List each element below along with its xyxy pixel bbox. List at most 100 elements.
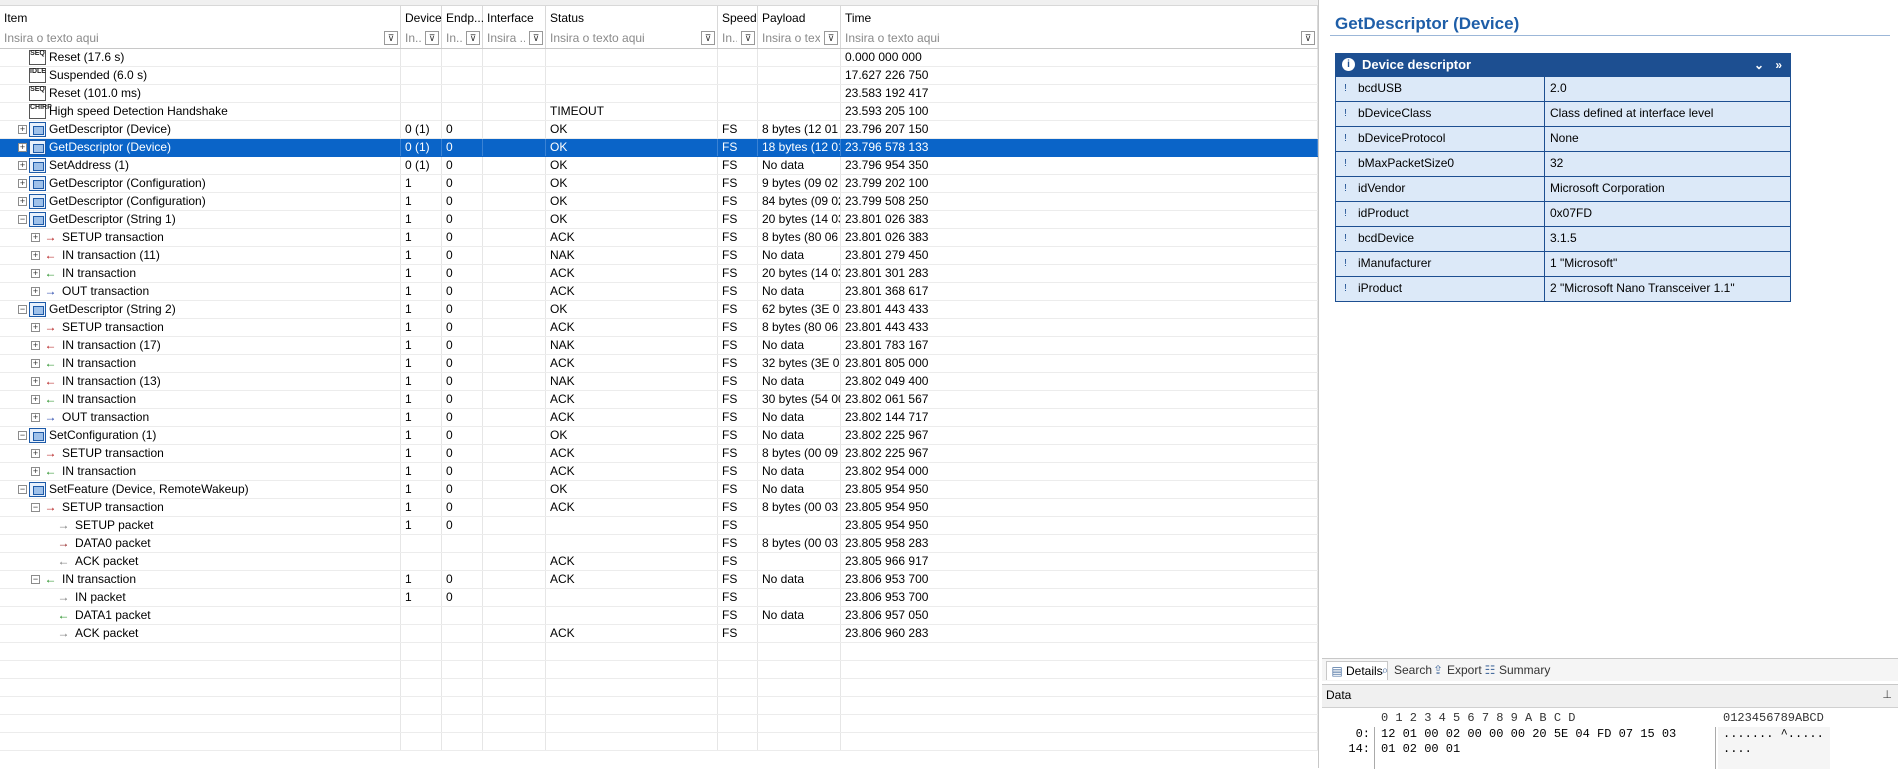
descriptor-row[interactable]: ǃ iProduct 2 "Microsoft Nano Transceiver 1… [1336,276,1790,301]
transaction-row[interactable]: SEQ Reset (17.6 s) 0.000 000 000 [0,49,1318,67]
transaction-row[interactable]: + ← IN transaction (17) 1 0 NAK FS No data 23.80… [0,337,1318,355]
collapse-icon[interactable]: − [18,485,27,494]
expand-icon[interactable]: + [31,341,40,350]
descriptor-value: 3.1.5 [1550,231,1577,245]
collapse-icon[interactable]: − [31,575,40,584]
tab-search[interactable]: ⌕ Search [1379,661,1432,679]
descriptor-row[interactable]: ǃ bDeviceClass Class defined at interface … [1336,101,1790,126]
column-filter-input[interactable]: Insira o texto aqui [845,31,1297,45]
expand-icon[interactable]: + [31,269,40,278]
column-header-item[interactable]: Item Insira o texto aqui ⊽ [0,6,401,48]
empty-cell [442,679,483,696]
expand-icon[interactable]: » [1775,54,1782,76]
column-header-time[interactable]: Time Insira o texto aqui ⊽ [841,6,1318,48]
transaction-row[interactable]: SEQ Reset (101.0 ms) 23.583 192 417 [0,85,1318,103]
column-header-payload[interactable]: Payload Insira o text... ⊽ [758,6,841,48]
transaction-row[interactable]: + ← IN transaction 10 ACKFS30 bytes (54 00..… [0,391,1318,409]
expand-icon[interactable]: + [31,359,40,368]
transaction-row[interactable]: − GetDescriptor (String 1) 1 0 OK FS 20 bytes … [0,211,1318,229]
column-header-iface[interactable]: Interface Insira ... ⊽ [483,6,546,48]
transaction-row[interactable]: + ← IN transaction 10 ACKFS20 bytes (14 03..… [0,265,1318,283]
transaction-row[interactable]: + → SETUP transaction 1 0 ACK FS 8 bytes (80 06… [0,229,1318,247]
expand-icon[interactable]: + [31,395,40,404]
transaction-row[interactable]: IDLE Suspended (6.0 s) 17.627 226 750 [0,67,1318,85]
column-filter-input[interactable]: Insira o text... [762,31,820,45]
column-filter-input[interactable]: Insira o texto aqui [4,31,380,45]
tab-export[interactable]: ⇪ Export [1432,661,1482,679]
filter-icon[interactable]: ⊽ [425,31,439,45]
expand-icon[interactable]: + [31,449,40,458]
transaction-row[interactable]: → ACK packet ACK FS 23.806 960 283 [0,625,1318,643]
column-header-speed[interactable]: Speed In... ⊽ [718,6,758,48]
transaction-row[interactable]: + ← IN transaction (13) 1 0 NAK FS No data 23.80… [0,373,1318,391]
column-header-device[interactable]: Device In... ⊽ [401,6,442,48]
expand-icon[interactable]: + [31,467,40,476]
column-header-endpoint[interactable]: Endp... In... ⊽ [442,6,484,48]
expand-icon[interactable]: + [18,161,27,170]
filter-icon[interactable]: ⊽ [741,31,755,45]
collapse-icon[interactable]: − [18,305,27,314]
collapse-icon[interactable]: − [31,503,40,512]
expand-icon[interactable]: + [31,251,40,260]
column-filter-input[interactable]: Insira o texto aqui [550,31,697,45]
transaction-row[interactable]: ← DATA1 packet FS No data 23.806 957 050 [0,607,1318,625]
descriptor-row[interactable]: ǃ bMaxPacketSize0 32 [1336,151,1790,176]
descriptor-row[interactable]: ǃ iManufacturer 1 "Microsoft" [1336,251,1790,276]
transaction-row[interactable]: − ← IN transaction 1 0 ACK FS No data 23.806 953… [0,571,1318,589]
transaction-row[interactable]: + GetDescriptor (Device) 0 (1) 0 OK FS 8 bytes… [0,121,1318,139]
column-filter-input[interactable]: In... [722,31,737,45]
transaction-row[interactable]: + ← IN transaction 1 0 ACK FS No data 23.802 954… [0,463,1318,481]
transaction-row[interactable]: − → SETUP transaction 1 0 ACK FS 8 bytes (00 03… [0,499,1318,517]
descriptor-row[interactable]: ǃ idVendor Microsoft Corporation [1336,176,1790,201]
transaction-row[interactable]: ← ACK packet ACK FS 23.805 966 917 [0,553,1318,571]
transaction-row[interactable]: + ← IN transaction (11) 1 0 NAK FS No data 23.80… [0,247,1318,265]
filter-icon[interactable]: ⊽ [824,31,838,45]
time-cell: 23.801 301 283 [841,265,1318,282]
column-header-status[interactable]: Status Insira o texto aqui ⊽ [546,6,718,48]
expand-icon[interactable]: + [31,323,40,332]
descriptor-header[interactable]: i Device descriptor ⌄ » [1336,54,1790,76]
collapse-icon[interactable]: − [18,431,27,440]
collapse-icon[interactable]: − [18,215,27,224]
descriptor-row[interactable]: ǃ bDeviceProtocol None [1336,126,1790,151]
column-filter-input[interactable]: In... [446,31,462,45]
expand-icon[interactable]: + [18,125,27,134]
expand-icon[interactable]: + [18,143,27,152]
filter-icon[interactable]: ⊽ [466,31,480,45]
transaction-row[interactable]: → SETUP packet 1 0 FS 23.805 954 950 [0,517,1318,535]
transaction-row[interactable]: + SetAddress (1) 0 (1) 0 OK FS No data 23.796 9… [0,157,1318,175]
pin-icon[interactable]: ⊥ [1882,688,1892,701]
transaction-row[interactable]: − SetFeature (Device, RemoteWakeup) 1 0 OK FS… [0,481,1318,499]
transaction-row[interactable]: + → OUT transaction 1 0 ACK FS No data 23.802 14… [0,409,1318,427]
transaction-row[interactable]: + → SETUP transaction 1 0 ACK FS 8 bytes (00 09… [0,445,1318,463]
filter-icon[interactable]: ⊽ [1301,31,1315,45]
hex-view[interactable]: 0 1 2 3 4 5 6 7 8 9 A B C D 0123456789AB… [1322,707,1898,769]
transaction-row[interactable]: → IN packet 1 0 FS 23.806 953 700 [0,589,1318,607]
filter-icon[interactable]: ⊽ [701,31,715,45]
expand-icon[interactable]: + [31,287,40,296]
transaction-row[interactable]: + → SETUP transaction 1 0 ACK FS 8 bytes (80 06… [0,319,1318,337]
transaction-row[interactable]: − SetConfiguration (1) 1 0 OK FS No data 23.802… [0,427,1318,445]
transaction-row[interactable]: CHIRP High speed Detection Handshake TIMEO… [0,103,1318,121]
descriptor-row[interactable]: ǃ idProduct 0x07FD [1336,201,1790,226]
descriptor-row[interactable]: ǃ bcdDevice 3.1.5 [1336,226,1790,251]
collapse-all-icon[interactable]: ⌄ [1754,54,1764,76]
expand-icon[interactable]: + [31,233,40,242]
transaction-row[interactable]: + ← IN transaction 10 ACKFS32 bytes (3E 03..… [0,355,1318,373]
descriptor-row[interactable]: ǃ bcdUSB 2.0 [1336,76,1790,101]
expand-icon[interactable]: + [18,179,27,188]
transaction-row[interactable]: + GetDescriptor (Device) 0 (1) 0 OK FS 18 byte… [0,139,1318,157]
column-filter-input[interactable]: Insira ... [487,31,525,45]
transaction-row[interactable]: − GetDescriptor (String 2) 1 0 OK FS 62 bytes … [0,301,1318,319]
expand-icon[interactable]: + [31,377,40,386]
transaction-row[interactable]: → DATA0 packet FS8 bytes (00 03 ...23.805 … [0,535,1318,553]
transaction-row[interactable]: + GetDescriptor (Configuration) 1 0 OK FS 84 b… [0,193,1318,211]
column-filter-input[interactable]: In... [405,31,421,45]
expand-icon[interactable]: + [18,197,27,206]
tab-summary[interactable]: ☷ Summary [1484,661,1551,679]
filter-icon[interactable]: ⊽ [529,31,543,45]
transaction-row[interactable]: + GetDescriptor (Configuration) 1 0 OK FS 9 by… [0,175,1318,193]
expand-icon[interactable]: + [31,413,40,422]
filter-icon[interactable]: ⊽ [384,31,398,45]
transaction-row[interactable]: + → OUT transaction 1 0 ACK FS No data 23.801 36… [0,283,1318,301]
